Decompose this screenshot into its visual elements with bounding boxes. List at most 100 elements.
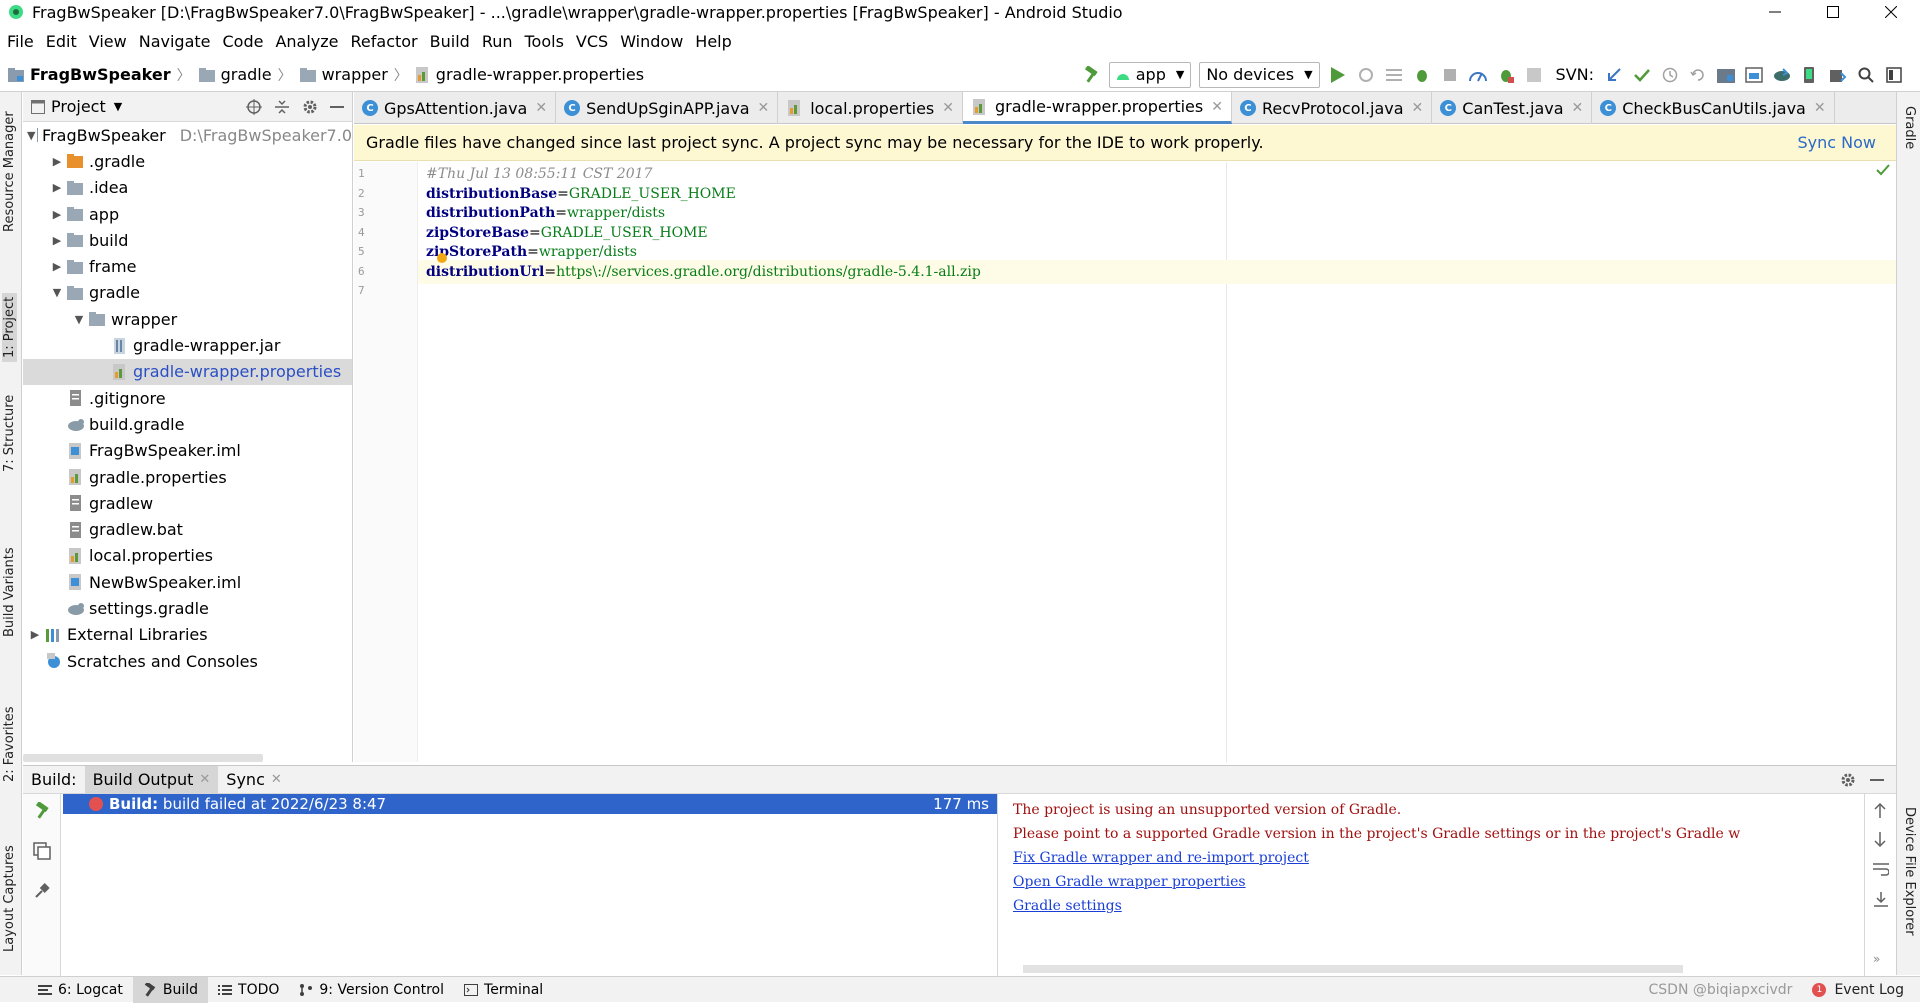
tool-favorites[interactable]: 2: Favorites [2,706,17,782]
expanded-arrow-icon[interactable]: ▼ [49,286,65,299]
breadcrumb-project[interactable]: FragBwSpeaker〉 [0,65,191,85]
sdk-manager-button[interactable] [1740,61,1768,89]
menu-vcs[interactable]: VCS [570,32,614,51]
console-horizontal-scrollbar[interactable] [1023,965,1683,973]
editor-tab[interactable]: local.properties✕ [778,92,963,124]
tree-item[interactable]: gradle.properties [23,464,352,490]
tree-item[interactable]: ▶.gradle [23,148,352,174]
tree-item[interactable]: FragBwSpeaker.iml [23,438,352,464]
tool-resource-manager[interactable]: Resource Manager [2,111,17,232]
profile-button[interactable] [1436,61,1464,89]
toggle-view-icon[interactable] [33,842,51,860]
sync-now-link[interactable]: Sync Now [1798,133,1877,152]
expanded-arrow-icon[interactable]: ▼ [71,313,87,326]
tree-item[interactable]: ▶app [23,201,352,227]
menu-build[interactable]: Build [424,32,476,51]
scroll-to-end-icon[interactable] [1873,892,1889,908]
debug-button[interactable] [1408,61,1436,89]
attach-debugger-button[interactable] [1492,61,1520,89]
editor-tab[interactable]: CSendUpSginAPP.java✕ [556,92,778,124]
tree-item[interactable]: Scratches and Consoles [23,648,352,674]
collapsed-arrow-icon[interactable]: ▶ [49,181,65,194]
menu-analyze[interactable]: Analyze [269,32,344,51]
locate-file-icon[interactable] [246,99,262,115]
tree-item[interactable]: gradle-wrapper.properties [23,359,352,385]
tree-item[interactable]: gradlew [23,490,352,516]
close-icon[interactable]: ✕ [271,772,282,787]
collapsed-arrow-icon[interactable]: ▶ [49,234,65,247]
close-tab-icon[interactable]: ✕ [535,100,547,116]
minimize-panel-icon[interactable] [330,100,344,114]
menu-window[interactable]: Window [614,32,689,51]
make-project-button[interactable] [1077,61,1105,89]
bottom-tool-tab[interactable]: TODO [208,977,289,1003]
tree-item[interactable]: ▼wrapper [23,306,352,332]
sync-gradle-button[interactable] [1768,61,1796,89]
close-window-button[interactable] [1862,0,1920,24]
editor-tab[interactable]: CCanTest.java✕ [1432,92,1592,124]
close-tab-icon[interactable]: ✕ [758,100,770,116]
inspection-ok-icon[interactable] [1876,164,1890,176]
tree-item[interactable]: ▼FragBwSpeakerD:\FragBwSpeaker7.0 [23,122,352,148]
expanded-arrow-icon[interactable]: ▼ [27,129,35,142]
tool-build-variants[interactable]: Build Variants [2,547,17,637]
tab-build-output[interactable]: Build Output✕ [85,766,219,794]
bottom-tool-tab[interactable]: 9: Version Control [289,977,454,1003]
tree-item[interactable]: gradlew.bat [23,516,352,542]
svn-commit-button[interactable] [1628,61,1656,89]
sdk-download-button[interactable] [1824,61,1852,89]
svn-history-button[interactable] [1656,61,1684,89]
menu-navigate[interactable]: Navigate [133,32,217,51]
device-dropdown[interactable]: No devices ▼ [1199,62,1319,88]
collapsed-arrow-icon[interactable]: ▶ [49,260,65,273]
tree-item[interactable]: ▼gradle [23,280,352,306]
editor-tab[interactable]: gradle-wrapper.properties✕ [963,92,1232,124]
soft-wrap-icon[interactable] [1873,862,1889,876]
tool-project[interactable]: 1: Project [2,293,17,362]
minimize-button[interactable] [1746,0,1804,24]
bottom-tool-tab[interactable]: 6: Logcat [28,977,133,1003]
bottom-tool-tab[interactable]: Build [133,977,208,1003]
apply-changes-button[interactable] [1352,61,1380,89]
tree-item[interactable]: ▶build [23,227,352,253]
apply-code-changes-button[interactable] [1380,61,1408,89]
menu-run[interactable]: Run [476,32,519,51]
gear-icon[interactable] [1840,772,1856,788]
menu-help[interactable]: Help [689,32,737,51]
tool-gradle[interactable]: Gradle [1902,106,1917,149]
tree-item[interactable]: ▶External Libraries [23,622,352,648]
run-config-dropdown[interactable]: app ▼ [1109,62,1192,88]
maximize-button[interactable] [1804,0,1862,24]
intention-bulb-icon[interactable] [436,252,448,264]
event-log-button[interactable]: Event Log [1834,982,1904,998]
editor-tab[interactable]: CCheckBusCanUtils.java✕ [1592,92,1834,124]
tree-item[interactable]: ▶frame [23,253,352,279]
tab-sync[interactable]: Sync✕ [218,766,289,794]
avd-manager-button[interactable] [1796,61,1824,89]
menu-file[interactable]: File [0,32,40,51]
chevron-down-icon[interactable]: ▼ [114,100,122,113]
breadcrumb-file[interactable]: gradle-wrapper.properties [408,65,644,84]
project-structure-button[interactable] [1712,61,1740,89]
arrow-down-icon[interactable] [1873,832,1887,848]
editor-tab[interactable]: CGpsAttention.java✕ [354,92,556,124]
minimize-panel-icon[interactable] [1870,773,1884,787]
horizontal-scrollbar[interactable] [23,754,263,762]
console-link[interactable]: Open Gradle wrapper properties [1013,870,1853,894]
menu-code[interactable]: Code [217,32,270,51]
layout-button[interactable] [1880,61,1908,89]
svn-update-button[interactable] [1600,61,1628,89]
menu-refactor[interactable]: Refactor [345,32,424,51]
collapsed-arrow-icon[interactable]: ▶ [49,208,65,221]
tree-item[interactable]: settings.gradle [23,595,352,621]
pin-icon[interactable] [33,882,51,900]
stop-button[interactable] [1520,61,1548,89]
menu-view[interactable]: View [83,32,133,51]
more-icon[interactable]: » [1873,952,1880,966]
tree-item[interactable]: .gitignore [23,385,352,411]
code-editor[interactable]: 1234567 #Thu Jul 13 08:55:11 CST 2017dis… [354,162,1896,762]
close-tab-icon[interactable]: ✕ [1814,100,1826,116]
collapsed-arrow-icon[interactable]: ▶ [49,155,65,168]
profiler-button[interactable] [1464,61,1492,89]
console-link[interactable]: Gradle settings [1013,894,1853,918]
